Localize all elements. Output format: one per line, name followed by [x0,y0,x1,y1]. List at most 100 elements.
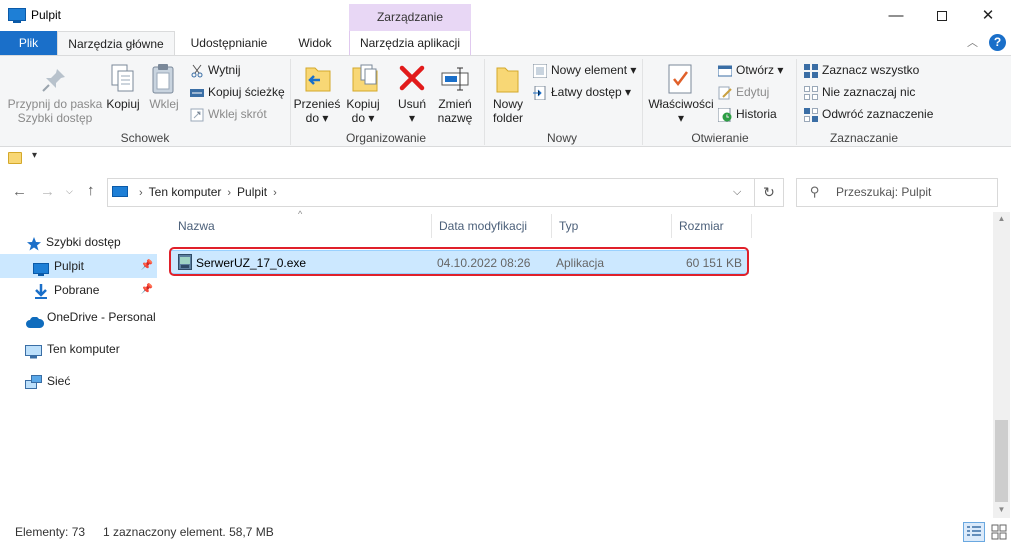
application-icon [178,254,192,270]
cut-button[interactable]: Wytnij [190,60,241,80]
back-button[interactable]: ← [12,183,27,200]
nav-item-onedrive[interactable]: OneDrive - Personal [0,305,157,329]
scroll-down-button[interactable]: ▼ [993,505,1010,514]
nav-item-downloads[interactable]: Pobrane 📌 [0,278,157,302]
column-header-type[interactable]: Typ [553,214,672,238]
scroll-thumb[interactable] [995,420,1008,502]
desktop-icon [8,8,26,23]
move-to-icon [302,62,334,96]
pin-icon[interactable]: 📌 [141,254,153,278]
group-label-organize: Organizowanie [345,131,427,145]
status-selection: 1 zaznaczony element. 58,7 MB [103,525,274,539]
easy-access-icon [533,85,547,101]
group-separator [484,59,485,145]
forward-button[interactable]: → [40,183,55,200]
group-separator [642,59,643,145]
tab-app-tools[interactable]: Narzędzia aplikacji [349,31,471,55]
tab-home[interactable]: Narzędzia główne [57,31,175,56]
copy-to-button[interactable]: Kopiuj do ▾ [342,97,384,125]
recent-locations-button[interactable]: ⌵ [66,186,73,197]
scroll-up-button[interactable]: ▲ [993,214,1010,223]
desktop-icon [112,186,128,197]
properties-button[interactable]: Właściwości ▾ [648,97,714,125]
nav-item-this-pc[interactable]: Ten komputer [0,337,157,361]
history-icon [717,107,732,123]
history-button[interactable]: Historia [717,104,777,124]
select-none-button[interactable]: Nie zaznaczaj nic [804,82,915,102]
tab-file[interactable]: Plik [0,31,57,55]
window-title: Pulpit [31,8,62,22]
column-header-size[interactable]: Rozmiar [673,214,752,238]
select-none-icon [804,85,818,100]
search-input[interactable] [836,185,991,199]
select-all-button[interactable]: Zaznacz wszystko [804,60,919,80]
edit-button[interactable]: Edytuj [718,82,769,102]
paste-shortcut-button[interactable]: Wklej skrót [190,104,267,124]
nav-item-quick-access[interactable]: Szybki dostęp [0,230,157,254]
group-label-select: Zaznaczanie [829,131,899,145]
ribbon-collapse-button[interactable]: ︿ [967,34,978,50]
column-header-modified[interactable]: Data modyfikacji [433,214,552,238]
chevron-right-icon[interactable]: › [139,187,143,199]
close-button[interactable]: ✕ [965,0,1011,31]
select-all-icon [804,63,818,78]
context-group-label: Zarządzanie [349,4,471,31]
large-icons-view-icon [991,524,1007,540]
help-icon[interactable]: ? [989,34,1006,51]
large-icons-view-button[interactable] [989,522,1009,542]
folder-icon[interactable] [8,152,22,164]
breadcrumb-this-pc[interactable]: Ten komputer [149,185,222,199]
rename-button[interactable]: Zmień nazwę [434,97,476,125]
file-size: 60 151 KB [685,256,742,270]
tab-share[interactable]: Udostępnianie [175,31,283,55]
nav-item-network[interactable]: Sieć [0,369,157,393]
open-icon [717,64,733,78]
copy-icon [108,63,138,95]
delete-icon [398,64,426,92]
copy-button[interactable]: Kopiuj [104,97,142,111]
easy-access-button[interactable]: Łatwy dostęp ▾ [533,82,631,102]
delete-button[interactable]: Usuń ▾ [392,97,432,125]
maximize-icon [937,11,947,22]
group-label-open: Otwieranie [691,131,749,145]
column-header-name[interactable]: Nazwa [172,214,432,238]
properties-icon [666,63,694,95]
address-dropdown-button[interactable]: ⌵ [733,186,741,199]
pin-icon[interactable]: 📌 [141,278,153,302]
paste-button[interactable]: Wklej [146,97,182,111]
new-folder-button[interactable]: Nowy folder [488,97,528,125]
open-button[interactable]: Otwórz ▾ [717,60,783,80]
chevron-right-icon[interactable]: › [227,187,231,199]
new-item-button[interactable]: Nowy element ▾ [532,60,636,80]
download-icon [34,283,48,307]
invert-selection-button[interactable]: Odwróć zaznaczenie [804,104,933,124]
copy-to-icon [349,62,381,96]
file-type: Aplikacja [556,256,605,270]
breadcrumb-desktop[interactable]: Pulpit [237,185,267,199]
invert-selection-icon [804,107,818,122]
chevron-right-icon[interactable]: › [273,187,277,199]
search-icon: ⚲ [810,184,820,199]
up-button[interactable]: ↑ [87,182,95,199]
pin-quick-access-button[interactable]: Przypnij do paska Szybki dostęp [6,97,104,125]
breadcrumb: › Ten komputer › Pulpit › [133,185,283,199]
tab-view[interactable]: Widok [283,31,347,55]
file-modified: 04.10.2022 08:26 [437,256,531,270]
group-label-clipboard: Schowek [120,131,170,145]
move-to-button[interactable]: Przenieś do ▾ [293,97,341,125]
title-bar [0,0,1011,31]
minimize-button[interactable]: — [873,0,919,31]
rename-icon [440,64,470,94]
maximize-button[interactable] [919,0,965,31]
refresh-button[interactable]: ↻ [755,178,784,207]
file-name[interactable]: SerwerUZ_17_0.exe [196,256,306,270]
shortcut-icon [190,108,204,122]
nav-item-desktop[interactable]: Pulpit 📌 [0,254,157,278]
details-view-button[interactable] [963,522,985,542]
status-item-count: Elementy: 73 [15,525,86,539]
new-folder-icon [494,62,520,96]
path-icon [190,86,204,100]
qat-dropdown-button[interactable]: ▾ [32,150,37,161]
quick-access-toolbar [0,147,1011,171]
copy-path-button[interactable]: Kopiuj ścieżkę [190,82,285,102]
